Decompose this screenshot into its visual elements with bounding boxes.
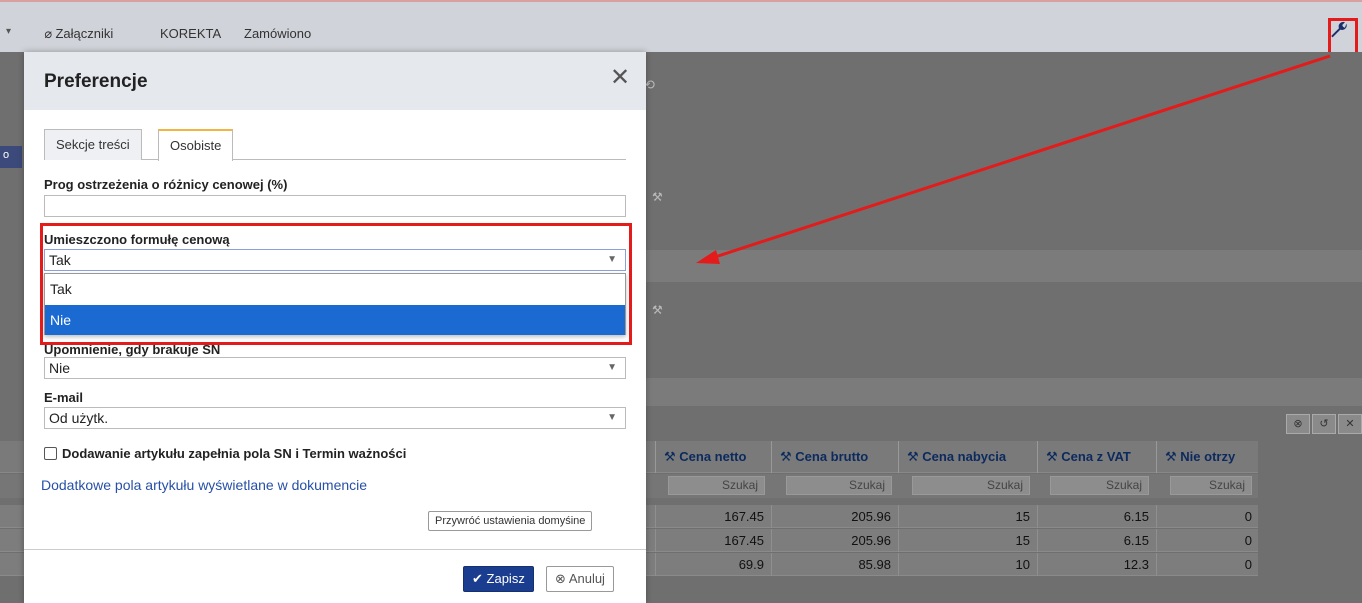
column-header[interactable]: ⚒ Cena nabycia: [898, 441, 1036, 473]
column-header[interactable]: ⚒ Cena z VAT: [1037, 441, 1155, 473]
top-toolbar: ▾ ⌀ Załączniki KOREKTA Zamówiono: [0, 0, 1362, 60]
correction-button[interactable]: KOREKTA: [160, 26, 221, 41]
clear-filter-icon[interactable]: ⊗: [1286, 414, 1310, 434]
cancel-label: Anuluj: [568, 571, 605, 586]
column-search-input[interactable]: Szukaj: [1050, 476, 1149, 495]
restore-defaults-button[interactable]: Przywróć ustawienia domyśine: [428, 511, 593, 531]
preferences-dialog: Preferencje ✕ Sekcje treści Osobiste Pro…: [24, 52, 646, 603]
chevron-down-icon: ▼: [607, 362, 617, 373]
cell-gross-price: 205.96: [771, 505, 897, 528]
excel-icon[interactable]: ✕: [1338, 414, 1362, 434]
tab-content-sections[interactable]: Sekcje treści: [44, 129, 142, 160]
additional-fields-link[interactable]: Dodatkowe pola artykułu wyświetlane w do…: [41, 477, 367, 493]
cell-vat-price: 12.3: [1037, 553, 1155, 576]
wrench-icon: ⚒: [652, 303, 663, 317]
fill-sn-checkbox-label: Dodawanie artykułu zapełnia pola SN i Te…: [62, 446, 407, 461]
cell-vat-price: 6.15: [1037, 529, 1155, 552]
paperclip-icon: ⌀: [44, 26, 52, 41]
cell-gross-price: 85.98: [771, 553, 897, 576]
attachments-button[interactable]: ⌀ Załączniki: [44, 26, 113, 42]
cell-not-received: 0: [1156, 553, 1258, 576]
highlight-box-formula: [40, 223, 632, 345]
check-icon: ✔: [472, 571, 483, 586]
tab-bar: Sekcje treści Osobiste: [44, 129, 626, 161]
email-select-value: Od użytk.: [49, 410, 109, 426]
column-search-input[interactable]: Szukaj: [912, 476, 1030, 495]
cell-net-price: 167.45: [655, 529, 770, 552]
ordered-button[interactable]: Zamówiono: [244, 26, 311, 41]
sn-warning-select-value: Nie: [49, 360, 71, 376]
cell-purchase-price: 15: [898, 505, 1036, 528]
cancel-circle-icon: ⊗: [555, 571, 566, 586]
price-warning-label: Prog ostrzeżenia o różnicy cenowej (%): [44, 177, 288, 192]
attachments-label: Załączniki: [55, 26, 114, 41]
cell-not-received: 0: [1156, 505, 1258, 528]
save-label: Zapisz: [486, 571, 525, 586]
cell-purchase-price: 10: [898, 553, 1036, 576]
cell-not-received: 0: [1156, 529, 1258, 552]
cell-gross-price: 205.96: [771, 529, 897, 552]
cell-net-price: 69.9: [655, 553, 770, 576]
wrench-icon: ⚒: [652, 190, 663, 204]
tab-personal[interactable]: Osobiste: [158, 129, 234, 161]
fill-sn-checkbox-row[interactable]: Dodawanie artykułu zapełnia pola SN i Te…: [44, 446, 406, 461]
undo-icon[interactable]: ↺: [1312, 414, 1336, 434]
chevron-down-icon[interactable]: ▾: [6, 26, 11, 37]
chevron-down-icon: ▼: [607, 412, 617, 423]
fill-sn-checkbox[interactable]: [44, 447, 57, 460]
bg-panel: [646, 378, 1362, 406]
divider: [24, 549, 646, 550]
dialog-header: Preferencje ✕: [24, 52, 646, 110]
cell-net-price: 167.45: [655, 505, 770, 528]
column-header[interactable]: ⚒ Cena brutto: [771, 441, 897, 473]
cell-purchase-price: 15: [898, 529, 1036, 552]
bg-panel: [646, 250, 1362, 282]
column-search-input[interactable]: Szukaj: [668, 476, 765, 495]
column-header[interactable]: ⚒ Nie otrzy: [1156, 441, 1258, 473]
save-button[interactable]: ✔ Zapisz: [463, 566, 534, 592]
sn-warning-select[interactable]: Nie ▼: [44, 357, 626, 379]
column-search-input[interactable]: Szukaj: [786, 476, 892, 495]
close-icon[interactable]: ✕: [608, 66, 632, 90]
dialog-title: Preferencje: [44, 71, 148, 92]
grid-toolbar: ⊗ ↺ ✕ ⛶: [1286, 414, 1362, 434]
cancel-button[interactable]: ⊗ Anuluj: [546, 566, 614, 592]
email-label: E-mail: [44, 390, 84, 405]
price-warning-input[interactable]: [44, 195, 626, 217]
column-header[interactable]: ⚒ Cena netto: [655, 441, 770, 473]
column-search-input[interactable]: Szukaj: [1170, 476, 1252, 495]
side-tab[interactable]: o: [0, 146, 22, 168]
email-select[interactable]: Od użytk. ▼: [44, 407, 626, 429]
cell-vat-price: 6.15: [1037, 505, 1155, 528]
